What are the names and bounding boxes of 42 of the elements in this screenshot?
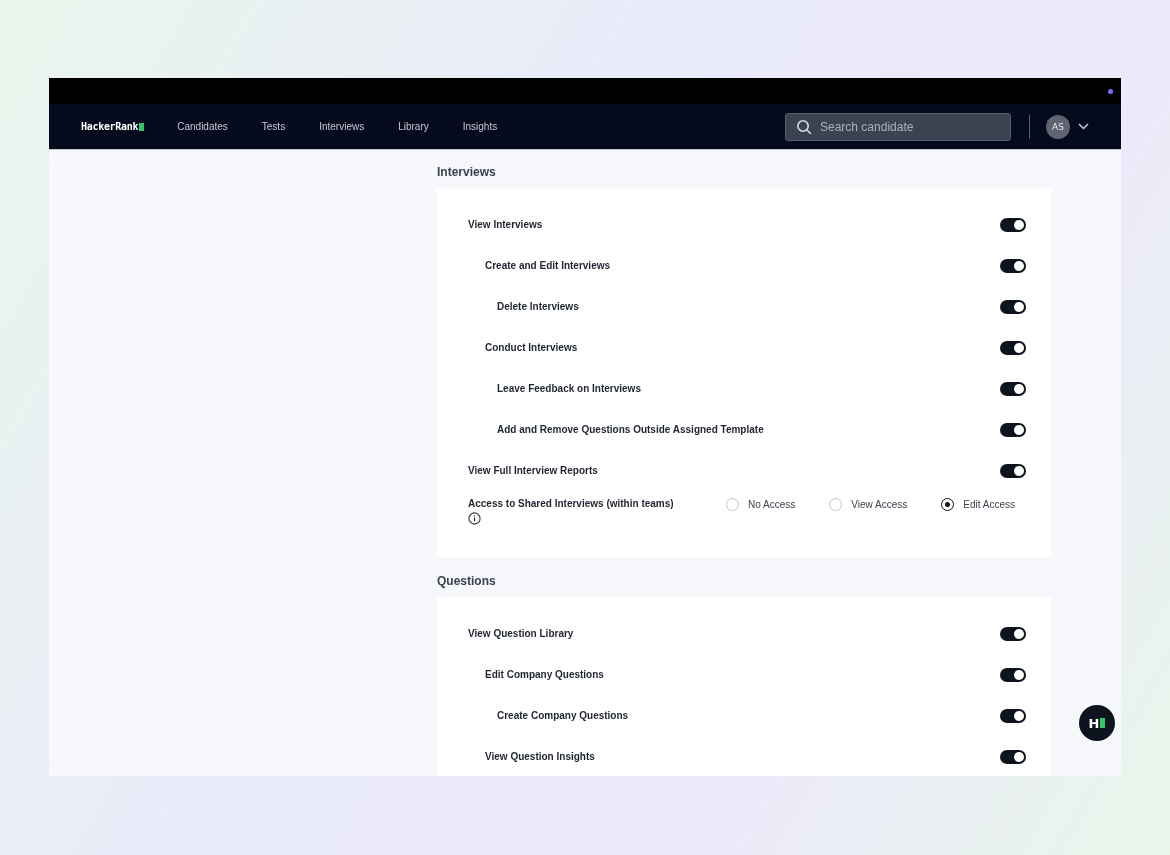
permission-label: Edit Company Questions: [485, 669, 604, 680]
permission-label: Create Company Questions: [497, 710, 629, 721]
toggle-switch[interactable]: [1000, 422, 1026, 437]
permission-label: View Interviews: [468, 219, 543, 230]
nav-link[interactable]: Tests: [244, 121, 303, 132]
toggle-switch[interactable]: [1000, 463, 1026, 478]
toggle-switch[interactable]: [1000, 749, 1026, 764]
permission-label: Create and Edit Interviews: [485, 260, 611, 271]
nav-link[interactable]: Candidates: [160, 121, 245, 132]
radio-option[interactable]: No Access: [726, 498, 796, 511]
nav-link[interactable]: Interviews: [302, 121, 382, 132]
toggle-switch[interactable]: [1000, 381, 1026, 396]
permission-label: Conduct Interviews: [485, 342, 578, 353]
help-button[interactable]: H: [1079, 705, 1115, 741]
permission-label: View Question Library: [468, 628, 574, 639]
permission-label: View Full Interview Reports: [468, 465, 598, 476]
toggle-switch[interactable]: [1000, 217, 1026, 232]
section-title: Questions: [437, 573, 497, 590]
toggle-switch[interactable]: [1000, 708, 1026, 723]
avatar[interactable]: AS: [1046, 114, 1070, 139]
toggle-switch[interactable]: [1000, 667, 1026, 682]
permission-label: View Question Insights: [485, 751, 595, 762]
search-icon: [796, 118, 812, 135]
nav-link[interactable]: Library: [381, 121, 446, 132]
search-field[interactable]: Search candidate: [785, 112, 1011, 141]
logo[interactable]: HackerRank: [81, 121, 145, 132]
radio-option[interactable]: Edit Access: [941, 498, 1015, 511]
toggle-switch[interactable]: [1000, 340, 1026, 355]
status-dot-icon: [1108, 88, 1113, 94]
info-icon[interactable]: [468, 512, 481, 525]
section-title: Interviews: [437, 164, 497, 181]
permission-label: Access to Shared Interviews (within teams): [468, 498, 674, 509]
permission-label: Leave Feedback on Interviews: [497, 383, 641, 394]
toggle-switch[interactable]: [1000, 299, 1026, 314]
search-input[interactable]: Search candidate: [818, 118, 1002, 135]
permission-label: Add and Remove Questions Outside Assigned Template: [497, 424, 764, 435]
permission-label: Delete Interviews: [497, 301, 579, 312]
nav-link[interactable]: Insights: [445, 121, 515, 132]
toggle-switch[interactable]: [1000, 258, 1026, 273]
chevron-down-icon[interactable]: [1078, 123, 1089, 130]
toggle-switch[interactable]: [1000, 626, 1026, 641]
radio-option[interactable]: View Access: [829, 498, 908, 511]
